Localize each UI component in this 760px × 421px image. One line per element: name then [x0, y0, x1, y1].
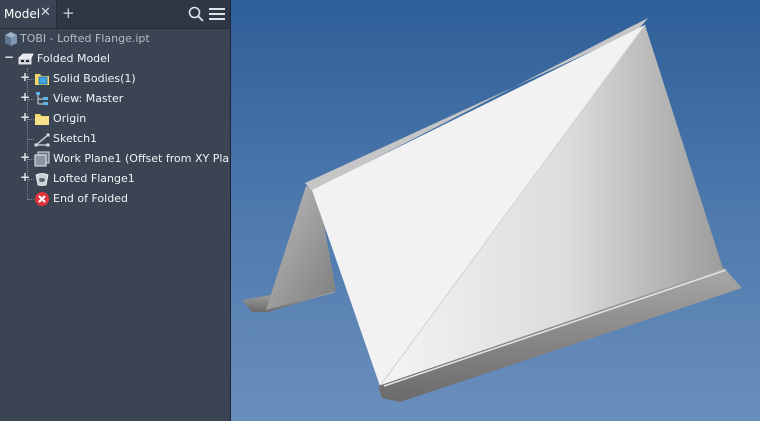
tab-model-label: Model [4, 7, 41, 21]
tree-node-label: Lofted Flange1 [53, 172, 135, 185]
model-browser-panel: Model ✕ + TOBI - Lofted Flange.ipt − Fol… [0, 0, 253, 421]
end-of-part-icon [35, 192, 49, 206]
graphics-viewport[interactable] [231, 0, 760, 421]
expand-icon[interactable]: + [20, 91, 30, 103]
collapse-icon[interactable]: − [4, 51, 14, 63]
expander-empty [20, 133, 29, 142]
close-icon[interactable]: ✕ [40, 6, 51, 20]
inventor-window: Model ✕ + TOBI - Lofted Flange.ipt − Fol… [0, 0, 760, 421]
tree-node-label: Folded Model [37, 52, 110, 65]
tree-node-label: Work Plane1 (Offset from XY Plane x [53, 152, 253, 165]
browser-tab-bar: Model ✕ + [0, 0, 230, 29]
folder-solid-bodies-icon [35, 74, 49, 85]
expand-icon[interactable]: + [20, 151, 30, 163]
tree-node-label: End of Folded [53, 192, 128, 205]
work-plane-icon [34, 151, 50, 167]
tree-node-label: Solid Bodies(1) [53, 72, 136, 85]
tree-node-work-plane1[interactable]: + Work Plane1 (Offset from XY Plane x [0, 149, 253, 169]
expand-icon[interactable]: + [20, 71, 30, 83]
tree-node-lofted-flange1[interactable]: + Lofted Flange1 [0, 169, 230, 189]
lofted-flange-model[interactable] [231, 0, 760, 421]
folded-model-icon [18, 53, 34, 65]
document-label: TOBI - Lofted Flange.ipt [20, 32, 150, 45]
tree-node-solid-bodies[interactable]: + Solid Bodies(1) [0, 69, 230, 89]
part-document-icon [5, 32, 17, 46]
hamburger-menu-icon[interactable] [209, 7, 225, 21]
tree-node-origin[interactable]: + Origin [0, 109, 230, 129]
search-icon[interactable] [188, 6, 204, 22]
expand-icon[interactable]: + [20, 171, 30, 183]
tree-node-end-of-folded[interactable]: End of Folded [0, 189, 230, 209]
document-node[interactable]: TOBI - Lofted Flange.ipt [0, 29, 230, 49]
view-rep-icon [36, 92, 48, 105]
tree-node-view-master[interactable]: + View: Master [0, 89, 230, 109]
folder-icon [35, 114, 49, 125]
tree-node-sketch1[interactable]: Sketch1 [0, 129, 230, 149]
tree-node-label: View: Master [53, 92, 124, 105]
expand-icon[interactable]: + [20, 111, 30, 123]
tree-node-label: Sketch1 [53, 132, 98, 145]
expander-empty [20, 193, 29, 202]
tab-model[interactable]: Model ✕ [0, 0, 57, 28]
tree-node-label: Origin [53, 112, 87, 125]
sketch-icon [34, 133, 50, 147]
tree-node-folded-model[interactable]: − Folded Model [0, 49, 230, 69]
add-tab-icon[interactable]: + [62, 5, 75, 21]
lofted-flange-icon [35, 173, 49, 186]
